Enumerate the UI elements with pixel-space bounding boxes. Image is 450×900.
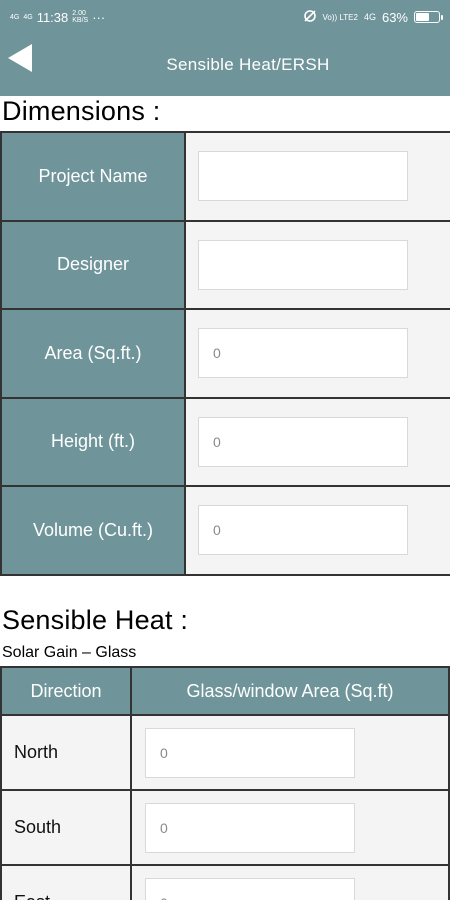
signal-icon: 4G bbox=[10, 14, 19, 21]
signal-label-1: 4G bbox=[10, 13, 20, 21]
back-arrow-icon bbox=[8, 44, 32, 72]
app-bar: Sensible Heat/ERSH bbox=[0, 34, 450, 96]
battery-fill bbox=[416, 13, 430, 21]
height-cell bbox=[186, 398, 450, 485]
solar-gain-table: Direction Glass/window Area (Sq.ft) Nort… bbox=[0, 666, 450, 900]
table-row: South bbox=[0, 791, 450, 866]
project-name-label: Project Name bbox=[0, 133, 186, 220]
table-row: East bbox=[0, 866, 450, 900]
more-notifications-icon: ··· bbox=[92, 9, 106, 25]
project-name-cell bbox=[186, 133, 450, 220]
direction-south-label: South bbox=[2, 791, 132, 864]
designer-label: Designer bbox=[0, 221, 186, 308]
sensible-heat-heading: Sensible Heat : bbox=[2, 605, 189, 635]
volume-cell bbox=[186, 487, 450, 574]
status-bar: 4G 4G 11:38 2.00 KB/S ··· Vo)) LTE2 4G 6… bbox=[0, 0, 450, 34]
height-input[interactable] bbox=[198, 416, 408, 467]
battery-icon bbox=[414, 11, 443, 23]
speed-unit: KB/S bbox=[72, 17, 89, 24]
direction-column-header: Direction bbox=[2, 668, 132, 714]
south-area-cell bbox=[132, 791, 448, 864]
area-cell bbox=[186, 310, 450, 397]
status-left: 4G 4G 11:38 2.00 KB/S ··· bbox=[10, 10, 105, 25]
alarm-muted-icon bbox=[303, 9, 317, 26]
table-row: Project Name bbox=[0, 133, 450, 222]
designer-cell bbox=[186, 221, 450, 308]
project-name-input[interactable] bbox=[198, 151, 408, 202]
table-header: Direction Glass/window Area (Sq.ft) bbox=[0, 666, 450, 716]
status-right: Vo)) LTE2 4G 63% bbox=[303, 9, 443, 26]
solar-gain-subheading: Solar Gain – Glass bbox=[2, 644, 137, 661]
height-label: Height (ft.) bbox=[0, 398, 186, 485]
back-button[interactable] bbox=[6, 42, 36, 76]
dimensions-heading: Dimensions : bbox=[2, 96, 161, 126]
area-column-header: Glass/window Area (Sq.ft) bbox=[186, 680, 394, 701]
east-area-input[interactable] bbox=[145, 877, 355, 900]
clock: 11:38 bbox=[36, 9, 69, 25]
direction-east-label: East bbox=[2, 866, 132, 900]
page-title: Sensible Heat/ERSH bbox=[166, 55, 330, 74]
area-input[interactable] bbox=[198, 328, 408, 379]
net-type-label: 4G bbox=[363, 12, 376, 22]
direction-north-label: North bbox=[2, 716, 132, 789]
table-row: North bbox=[0, 716, 450, 791]
battery-percent: 63% bbox=[381, 9, 408, 25]
north-area-input[interactable] bbox=[145, 727, 355, 778]
table-row: Designer bbox=[0, 221, 450, 310]
volume-label: Volume (Cu.ft.) bbox=[0, 487, 186, 574]
volte-label: Vo)) LTE2 bbox=[322, 12, 358, 22]
speed-value: 2.00 bbox=[72, 10, 86, 17]
signal-label-2: 4G bbox=[23, 13, 33, 21]
designer-input[interactable] bbox=[198, 239, 408, 290]
south-area-input[interactable] bbox=[145, 802, 355, 853]
table-row: Height (ft.) bbox=[0, 398, 450, 487]
area-label: Area (Sq.ft.) bbox=[0, 310, 186, 397]
signal-icon-2: 4G bbox=[23, 14, 32, 21]
north-area-cell bbox=[132, 716, 448, 789]
table-row: Volume (Cu.ft.) bbox=[0, 487, 450, 576]
table-row: Area (Sq.ft.) bbox=[0, 310, 450, 399]
network-speed: 2.00 KB/S bbox=[72, 10, 88, 24]
volume-input[interactable] bbox=[198, 505, 408, 556]
dimensions-table: Project Name Designer Area (Sq.ft.) Heig… bbox=[0, 131, 450, 576]
east-area-cell bbox=[132, 866, 448, 900]
